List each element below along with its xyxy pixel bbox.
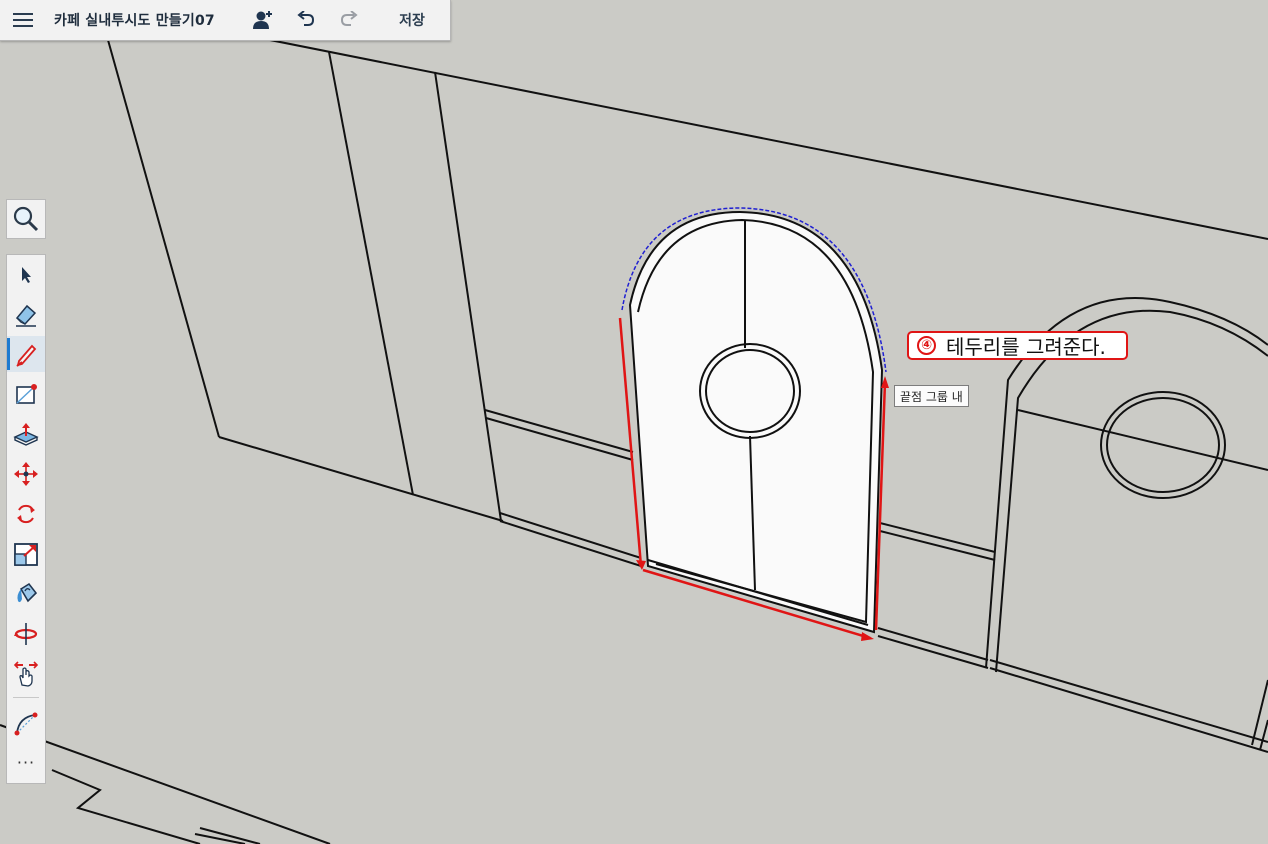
tool-palette: ··· [6, 254, 46, 784]
select-tool[interactable] [7, 257, 45, 293]
step-number-badge: ④ [917, 336, 936, 355]
rectangle-icon [16, 384, 37, 404]
document-title[interactable]: 카페 실내투시도 만들기07 [54, 10, 215, 30]
add-user-icon[interactable] [248, 6, 278, 34]
push-pull-tool[interactable] [7, 416, 45, 452]
orbit-tool[interactable] [7, 616, 45, 652]
inference-tooltip: 끝점 그룹 내 [894, 385, 969, 407]
search-icon [13, 206, 39, 232]
paint-bucket-icon [17, 582, 38, 603]
undo-icon[interactable] [292, 6, 320, 34]
select-arrow-icon [22, 267, 31, 283]
pan-hand-icon [13, 661, 39, 687]
arc-tool[interactable] [7, 706, 45, 742]
move-tool[interactable] [7, 456, 45, 492]
rotate-icon [17, 504, 35, 524]
scale-tool[interactable] [7, 536, 45, 572]
paint-bucket-tool[interactable] [7, 576, 45, 612]
more-dots-icon: ··· [16, 753, 36, 772]
pencil-icon [16, 344, 37, 367]
arc-icon [14, 712, 38, 736]
step-annotation: ④ 테두리를 그려준다. [907, 331, 1128, 360]
save-button[interactable]: 저장 [386, 8, 438, 32]
move-icon [14, 462, 38, 486]
scale-icon [14, 543, 38, 566]
top-toolbar: 카페 실내투시도 만들기07 저장 [0, 0, 451, 41]
push-pull-icon [13, 423, 39, 446]
model-viewport[interactable] [0, 0, 1268, 844]
more-tools-button[interactable]: ··· [7, 745, 45, 781]
eraser-icon [15, 304, 37, 327]
pencil-tool[interactable] [7, 336, 45, 372]
redo-icon[interactable] [335, 6, 363, 34]
arched-door-main [618, 207, 889, 641]
rectangle-tool[interactable] [7, 376, 45, 412]
rotate-tool[interactable] [7, 496, 45, 532]
eraser-tool[interactable] [7, 297, 45, 333]
palette-divider [13, 697, 39, 698]
step-instruction-text: 테두리를 그려준다. [946, 335, 1106, 359]
search-tool-button[interactable] [6, 199, 46, 239]
pan-tool[interactable] [7, 656, 45, 692]
hamburger-menu-icon[interactable] [8, 6, 38, 34]
orbit-icon [14, 623, 38, 645]
